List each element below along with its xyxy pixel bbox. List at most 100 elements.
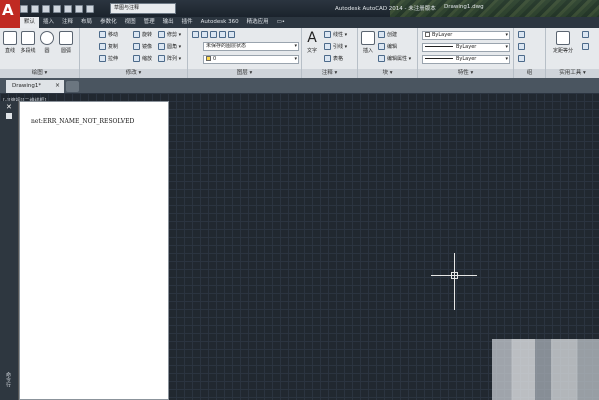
block-panel: 插入 创建 编辑 编辑属性 ▾ 块 ▾ [358,28,418,78]
layer-lock-icon[interactable] [228,31,235,38]
close-icon[interactable]: ✕ [6,103,12,111]
layer-state-dropdown[interactable]: 未保存的图层状态 ▾ [203,42,299,51]
trim-button[interactable]: 修剪 ▾ [158,30,181,39]
pixelated-overlay [492,339,599,400]
ribbon-tabs: 默认 插入 注释 布局 参数化 视图 管理 输出 插件 Autodesk 360… [20,17,599,28]
properties-panel-label[interactable]: 特性 ▾ [418,69,513,78]
move-icon [99,31,106,38]
tab-parametric[interactable]: 参数化 [96,17,121,28]
create-block-button[interactable]: 创建 [378,30,397,39]
workspace-selector[interactable]: 草图与注释 [110,3,176,14]
plot-icon[interactable] [64,4,72,13]
utilities-panel: 定距等分 实用工具 ▾ [546,28,599,78]
table-button[interactable]: 表格 [324,54,343,63]
new-drawing-tab-button[interactable] [66,81,79,92]
tab-insert[interactable]: 插入 [39,17,58,28]
arc-button[interactable]: 圆弧 [58,31,74,54]
group-edit-button[interactable] [518,54,525,63]
palette-options-icon[interactable] [6,113,12,119]
edit-block-button[interactable]: 编辑 [378,42,397,51]
scale-icon [133,55,140,62]
array-button[interactable]: 阵列 ▾ [158,54,181,63]
crosshair-pickbox [451,272,458,279]
tab-layout[interactable]: 布局 [77,17,96,28]
color-dropdown[interactable]: ByLayer ▾ [422,31,510,40]
rotate-button[interactable]: 旋转 [133,30,152,39]
open-icon[interactable] [31,4,39,13]
groups-panel: 组 [514,28,546,78]
groups-panel-label[interactable]: 组 [514,69,545,78]
block-panel-label[interactable]: 块 ▾ [358,69,417,78]
close-icon[interactable]: × [55,80,60,92]
undo-icon[interactable] [75,4,83,13]
ungroup-button[interactable] [518,42,525,51]
window-title: Autodesk AutoCAD 2014 - 未注册版本 [335,6,436,12]
tab-default[interactable]: 默认 [20,17,40,28]
layer-tools [192,30,235,39]
save-icon[interactable] [42,4,50,13]
draw-panel-label[interactable]: 绘图 ▾ [0,69,79,78]
properties-panel: ByLayer ▾ ByLayer ▾ ByLayer ▾ 特性 ▾ [418,28,514,78]
utility-tool-1[interactable] [582,30,589,39]
chevron-down-icon: ▾ [294,43,297,49]
tab-output[interactable]: 输出 [159,17,178,28]
circle-button[interactable]: 圆 [39,31,55,54]
calculator-icon [582,31,589,38]
stretch-button[interactable]: 拉伸 [99,54,118,63]
modify-panel-label[interactable]: 修改 ▾ [80,69,187,78]
palette-side-strip[interactable] [0,101,19,400]
mirror-button[interactable]: 镜像 [133,42,152,51]
copy-button[interactable]: 复制 [99,42,118,51]
edit-attributes-button[interactable]: 编辑属性 ▾ [378,54,411,63]
fillet-button[interactable]: 圆角 ▾ [158,42,181,51]
palette-panel: net:ERR_NAME_NOT_RESOLVED [19,101,169,400]
chevron-down-icon: ▾ [505,44,508,50]
modify-panel: 移动 旋转 修剪 ▾ 复制 镜像 圆角 ▾ 拉伸 缩放 阵列 ▾ 修改 ▾ [80,28,188,78]
document-tab-bar: Drawing1* × [0,78,599,93]
linetype-dropdown[interactable]: ByLayer ▾ [422,43,510,52]
tab-featured-apps[interactable]: 精选应用 [243,17,273,28]
crosshair-cursor-vertical [454,253,455,310]
utility-tool-2[interactable] [582,42,589,51]
current-layer-dropdown[interactable]: 0 ▾ [203,55,299,64]
group-button[interactable] [518,30,525,39]
line-button[interactable]: 直线 [2,31,18,54]
layer-freeze-icon[interactable] [219,31,226,38]
move-button[interactable]: 移动 [99,30,118,39]
tab-autodesk-360[interactable]: Autodesk 360 [197,17,243,28]
color-swatch-icon [425,32,430,37]
new-icon[interactable] [20,4,28,13]
save-as-icon[interactable] [53,4,61,13]
annotation-panel-label[interactable]: 注释 ▾ [302,69,357,78]
polyline-button[interactable]: 多段线 [20,31,36,54]
measure-icon [556,31,570,45]
text-button[interactable]: A 文字 [304,31,320,54]
trim-icon [158,31,165,38]
layers-panel-label[interactable]: 图层 ▾ [188,69,301,78]
insert-block-button[interactable]: 插入 [360,31,376,54]
document-tab-drawing1[interactable]: Drawing1* × [6,80,64,93]
arc-icon [59,31,73,45]
measure-button[interactable]: 定距等分 [550,31,576,54]
tab-view[interactable]: 视图 [121,17,140,28]
create-block-icon [378,31,385,38]
layer-properties-icon[interactable] [192,31,199,38]
scale-button[interactable]: 缩放 [133,54,152,63]
lineweight-dropdown[interactable]: ByLayer ▾ [422,55,510,64]
stretch-icon [99,55,106,62]
array-icon [158,55,165,62]
layer-state-icon[interactable] [201,31,208,38]
ungroup-icon [518,43,525,50]
linear-dimension-button[interactable]: 线性 ▾ [324,30,347,39]
copy-icon [99,43,106,50]
layer-isolate-icon[interactable] [210,31,217,38]
tab-plugins[interactable]: 插件 [178,17,197,28]
tab-annotate[interactable]: 注释 [58,17,77,28]
leader-button[interactable]: 引线 ▾ [324,42,347,51]
tab-manage[interactable]: 管理 [140,17,159,28]
autocad-logo-icon: A [2,1,14,19]
title-bar: 草图与注释 Autodesk AutoCAD 2014 - 未注册版本 Draw… [0,0,599,17]
redo-icon[interactable] [86,4,94,13]
tab-panel-toggle[interactable]: ▭• [273,17,289,28]
utilities-panel-label[interactable]: 实用工具 ▾ [546,69,599,78]
